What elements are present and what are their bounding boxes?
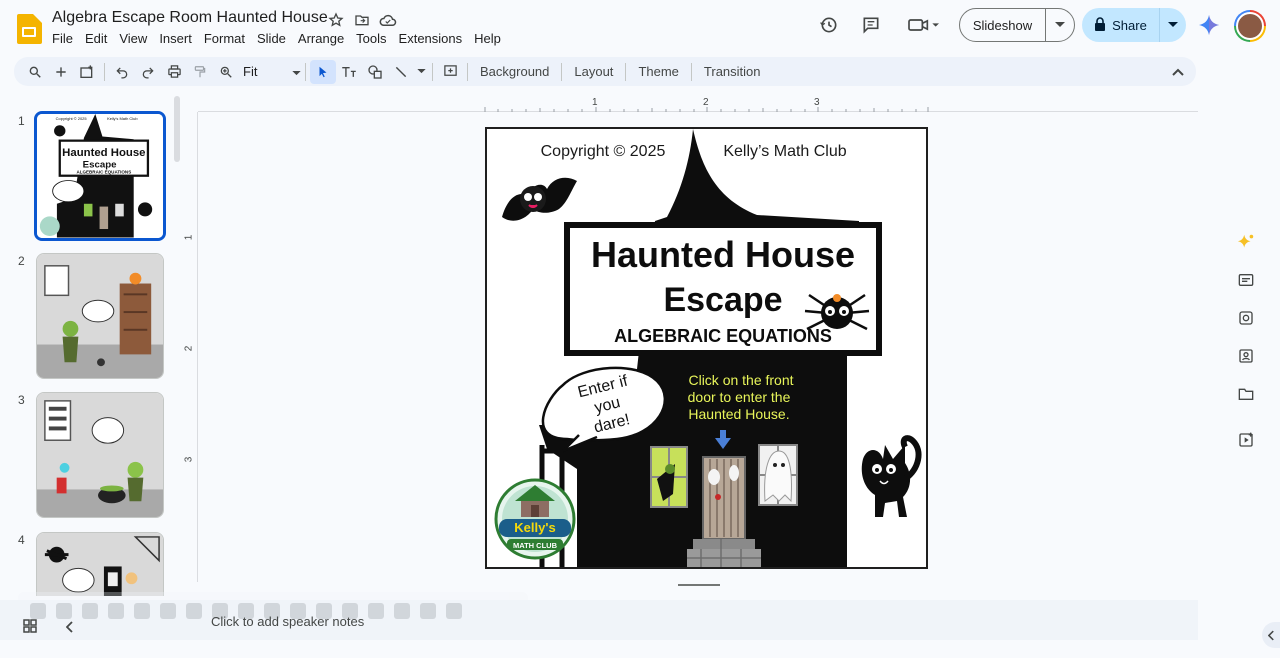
slides-logo-icon[interactable]	[16, 14, 42, 44]
thumb-club: Kelly's Math Club	[107, 116, 138, 121]
cloud-saved-icon[interactable]	[379, 11, 397, 29]
grid-view-icon[interactable]	[23, 619, 37, 638]
comments-icon[interactable]	[860, 14, 882, 36]
insert-comment-icon[interactable]	[437, 60, 463, 84]
expand-side-panel-icon[interactable]	[1262, 622, 1280, 648]
slide-thumbnail-1[interactable]: Haunted House Escape ALGEBRAIC EQUATIONS…	[34, 111, 166, 241]
vertical-ruler: 1 2 3	[182, 112, 198, 582]
gemini-sparkle-icon[interactable]	[1234, 230, 1258, 254]
menu-slide[interactable]: Slide	[251, 30, 292, 47]
tasks-icon[interactable]	[1234, 306, 1258, 330]
line-dropdown-icon[interactable]	[414, 60, 428, 84]
right-window[interactable]	[758, 444, 798, 506]
kellys-math-club-logo[interactable]: Kelly's MATH CLUB	[494, 478, 576, 560]
share-label: Share	[1112, 17, 1147, 33]
collapse-filmstrip-icon[interactable]	[65, 620, 74, 638]
thumb-title2: Escape	[83, 159, 117, 170]
menu-extensions[interactable]: Extensions	[393, 30, 469, 47]
lock-icon	[1094, 16, 1106, 34]
menu-insert[interactable]: Insert	[153, 30, 198, 47]
slide-thumbnail-2[interactable]	[36, 253, 164, 379]
menu-edit[interactable]: Edit	[79, 30, 113, 47]
side-panel	[1230, 230, 1262, 452]
text-box-icon[interactable]	[336, 60, 362, 84]
meet-video-icon[interactable]	[904, 14, 944, 36]
menu-help[interactable]: Help	[468, 30, 507, 47]
zoom-select[interactable]: Fit	[239, 64, 301, 79]
zoom-icon[interactable]	[213, 60, 239, 84]
menu-format[interactable]: Format	[198, 30, 251, 47]
keep-notes-icon[interactable]	[1234, 268, 1258, 292]
slide-title-line1[interactable]: Haunted House	[591, 234, 855, 275]
move-folder-icon[interactable]	[353, 11, 371, 29]
club-name-text[interactable]: Kelly’s Math Club	[723, 143, 846, 160]
slide-number: 3	[18, 393, 25, 407]
slide-number: 1	[18, 114, 25, 128]
left-window[interactable]	[650, 446, 688, 508]
slideshow-dropdown-icon[interactable]	[1046, 9, 1074, 41]
slideshow-button[interactable]: Slideshow	[959, 8, 1075, 42]
horizontal-ruler: 1 2 3	[198, 96, 1198, 112]
shape-icon[interactable]	[362, 60, 388, 84]
new-slide-icon[interactable]	[48, 60, 74, 84]
ruler-mark: 1	[183, 234, 195, 241]
version-history-icon[interactable]	[818, 14, 840, 36]
collapse-toolbar-icon[interactable]	[1172, 63, 1184, 81]
ruler-mark: 2	[183, 345, 195, 352]
thumb-title: Haunted House	[62, 147, 145, 159]
menu-tools[interactable]: Tools	[350, 30, 392, 47]
menu-bar: File Edit View Insert Format Slide Arran…	[46, 30, 507, 47]
menu-view[interactable]: View	[113, 30, 153, 47]
share-dropdown-icon[interactable]	[1160, 8, 1186, 42]
thumb-subtitle: ALGEBRAIC EQUATIONS	[76, 170, 131, 175]
theme-button[interactable]: Theme	[630, 64, 686, 79]
transition-button[interactable]: Transition	[696, 64, 769, 79]
filmstrip-scrollbar[interactable]	[174, 96, 180, 162]
slide-title-line2[interactable]: Escape	[663, 281, 782, 319]
slide-thumbnail-3[interactable]	[36, 392, 164, 518]
gemini-icon[interactable]	[1199, 15, 1219, 40]
main-toolbar: Fit Background Layout Theme Transition	[14, 57, 1196, 86]
slide-filmstrip: 1 Haunted House Escape ALGEBRAIC EQUATIO…	[0, 96, 192, 596]
line-icon[interactable]	[388, 60, 414, 84]
ruler-mark: 3	[183, 456, 195, 463]
document-title[interactable]: Algebra Escape Room Haunted House	[52, 9, 328, 27]
search-menus-icon[interactable]	[22, 60, 48, 84]
slide-number: 4	[18, 533, 25, 547]
zoom-value: Fit	[243, 64, 258, 79]
slideshow-label[interactable]: Slideshow	[960, 9, 1046, 41]
slide-number: 2	[18, 254, 25, 268]
account-avatar[interactable]	[1234, 10, 1266, 42]
paint-format-icon[interactable]	[187, 60, 213, 84]
undo-icon[interactable]	[109, 60, 135, 84]
copyright-text[interactable]: Copyright © 2025	[541, 143, 666, 160]
chevron-down-icon	[292, 64, 301, 79]
new-slide-layout-icon[interactable]	[74, 60, 100, 84]
instruction-line-2[interactable]: door to enter the	[688, 389, 791, 405]
thumb-copyright: Copyright © 2025	[56, 116, 88, 121]
logo-title: Kelly's	[514, 520, 555, 535]
contacts-icon[interactable]	[1234, 344, 1258, 368]
menu-arrange[interactable]: Arrange	[292, 30, 350, 47]
slide-subtitle[interactable]: ALGEBRAIC EQUATIONS	[614, 326, 832, 346]
print-icon[interactable]	[161, 60, 187, 84]
slide-thumbnail-4[interactable]	[36, 532, 164, 596]
app-header: Algebra Escape Room Haunted House File E…	[0, 0, 1280, 56]
redo-icon[interactable]	[135, 60, 161, 84]
speaker-notes-placeholder[interactable]: Click to add speaker notes	[211, 614, 364, 629]
canvas-scroll-indicator	[678, 584, 720, 586]
logo-subtitle: MATH CLUB	[513, 541, 558, 550]
menu-file[interactable]: File	[46, 30, 79, 47]
background-button[interactable]: Background	[472, 64, 557, 79]
layout-button[interactable]: Layout	[566, 64, 621, 79]
share-button[interactable]: Share	[1082, 8, 1186, 42]
instruction-line-1[interactable]: Click on the front	[688, 372, 793, 388]
instruction-line-3[interactable]: Haunted House.	[688, 406, 789, 422]
folder-icon[interactable]	[1234, 382, 1258, 406]
slide-canvas[interactable]: Haunted House Escape ALGEBRAIC EQUATIONS…	[485, 127, 928, 569]
select-cursor-icon[interactable]	[310, 59, 336, 84]
star-icon[interactable]	[327, 11, 345, 29]
get-addons-icon[interactable]	[1234, 428, 1258, 452]
